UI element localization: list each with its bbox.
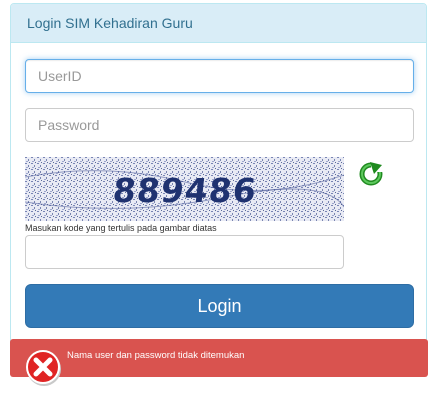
- login-panel: Login SIM Kehadiran Guru 889486: [10, 3, 427, 358]
- userid-input[interactable]: [25, 59, 414, 93]
- captcha-input[interactable]: [25, 235, 344, 269]
- error-icon: [25, 349, 63, 387]
- captcha-code: 889486: [110, 171, 259, 210]
- refresh-icon[interactable]: [358, 161, 384, 187]
- captcha-image: 889486: [25, 157, 344, 221]
- captcha-hint: Masukan kode yang tertulis pada gambar d…: [25, 223, 217, 233]
- password-input[interactable]: [25, 108, 414, 142]
- login-button[interactable]: Login: [25, 284, 414, 328]
- panel-title: Login SIM Kehadiran Guru: [11, 4, 426, 43]
- error-alert: Nama user dan password tidak ditemukan: [10, 339, 428, 377]
- alert-message: Nama user dan password tidak ditemukan: [67, 350, 245, 361]
